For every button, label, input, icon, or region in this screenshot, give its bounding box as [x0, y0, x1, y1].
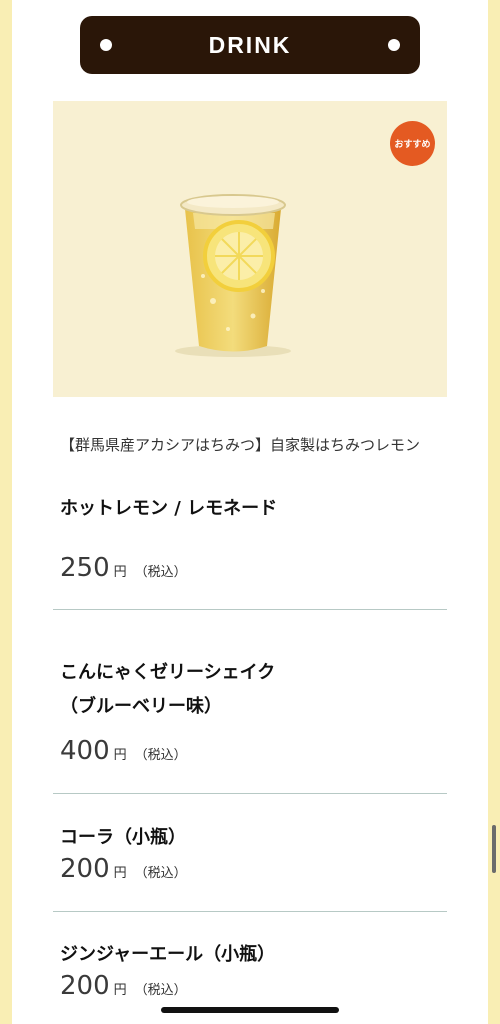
featured-item-description: 【群馬県産アカシアはちみつ】自家製はちみつレモン	[60, 436, 421, 454]
home-indicator[interactable]	[161, 1007, 339, 1013]
price-currency: 円	[113, 866, 127, 881]
menu-item-price: 250 円 （税込）	[60, 553, 187, 587]
menu-item-name-continued: （ブルーベリー味）	[60, 696, 222, 717]
price-value: 400	[60, 736, 110, 766]
price-tax-note: （税込）	[134, 983, 187, 998]
menu-item-name: ホットレモン / レモネード	[60, 498, 278, 519]
menu-item-price: 200 円 （税込）	[60, 854, 187, 888]
item-divider	[53, 793, 447, 794]
price-tax-note: （税込）	[134, 866, 187, 881]
drink-section-header: DRINK	[80, 16, 420, 74]
price-value: 250	[60, 553, 110, 583]
price-currency: 円	[113, 748, 127, 763]
honey-lemon-drink-photo: おすすめ	[53, 101, 447, 397]
honey-lemon-cup-image	[175, 194, 291, 357]
menu-item-name: ジンジャーエール（小瓶）	[60, 944, 276, 965]
price-currency: 円	[113, 983, 127, 998]
menu-page: DRINK おすすめ 【群馬県産アカシアはちみつ】自家製はちみつレモン ホットレ…	[12, 0, 488, 1024]
header-dot-left	[100, 39, 112, 51]
item-divider	[53, 911, 447, 912]
price-tax-note: （税込）	[134, 565, 187, 580]
recommended-badge: おすすめ	[390, 121, 435, 166]
price-currency: 円	[113, 565, 127, 580]
header-dot-right	[388, 39, 400, 51]
price-tax-note: （税込）	[134, 748, 187, 763]
item-divider	[53, 609, 447, 610]
menu-item-price: 200 円 （税込）	[60, 971, 187, 1005]
section-title: DRINK	[208, 31, 292, 58]
menu-item-price: 400 円 （税込）	[60, 736, 187, 770]
price-value: 200	[60, 854, 110, 884]
menu-item-name: こんにゃくゼリーシェイク	[60, 662, 276, 683]
price-value: 200	[60, 971, 110, 1001]
scrollbar-thumb[interactable]	[492, 825, 496, 873]
menu-item-name: コーラ（小瓶）	[60, 827, 186, 848]
